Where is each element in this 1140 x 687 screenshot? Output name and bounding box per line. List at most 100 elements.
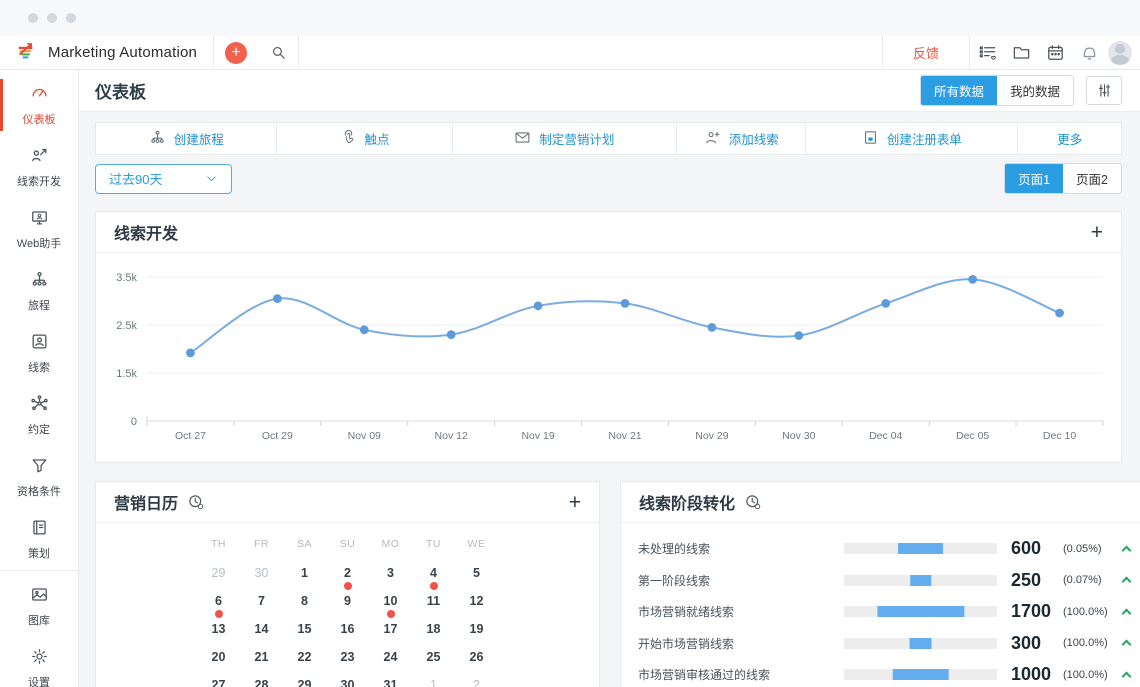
window-control-dot[interactable] [28,13,38,23]
sidebar-item-qualification[interactable]: 资格条件 [0,446,78,508]
calendar-day[interactable]: 4 [412,566,455,594]
calendar-day[interactable]: 18 [412,622,455,650]
chart-point[interactable] [621,299,630,308]
tap-icon [340,129,357,149]
calendar-day[interactable]: 25 [412,650,455,678]
feedback-link[interactable]: 反馈 [883,36,969,69]
sidebar-item-dashboard[interactable]: 仪表板 [0,74,78,136]
files-button[interactable] [1004,36,1038,69]
stage-bar[interactable] [898,543,944,554]
tab-page-1[interactable]: 页面1 [1005,164,1063,193]
sidebar-item-planning[interactable]: 策划 [0,508,78,570]
calendar-day[interactable]: 12 [455,594,498,622]
calendar-day[interactable]: 28 [240,678,283,687]
sidebar-item-label: 资格条件 [17,483,61,499]
svg-text:Nov 12: Nov 12 [435,430,468,442]
sidebar-item-lead-generation[interactable]: 线索开发 [0,136,78,198]
calendar-day[interactable]: 7 [240,594,283,622]
calendar-day[interactable]: 3 [369,566,412,594]
calendar-day[interactable]: 14 [240,622,283,650]
chart-point[interactable] [447,330,456,339]
calendar-day[interactable]: 17 [369,622,412,650]
calendar-day[interactable]: 9 [326,594,369,622]
sidebar-item-engagement[interactable]: 约定 [0,384,78,446]
calendar-day[interactable]: 2 [326,566,369,594]
action-create-marketing-plan-button[interactable]: 制定营销计划 [453,123,677,154]
action-create-journey-button[interactable]: 创建旅程 [96,123,277,154]
calendar-day[interactable]: 26 [455,650,498,678]
stage-bar[interactable] [892,669,949,680]
add-event-icon[interactable]: + [569,492,581,513]
dashboard-settings-button[interactable] [1086,76,1122,105]
calendar-day[interactable]: 16 [326,622,369,650]
window-titlebar [0,0,1140,36]
chart-point[interactable] [273,294,282,303]
calendar-day[interactable]: 30 [326,678,369,687]
action-more-button[interactable]: 更多 [1018,123,1121,154]
action-label: 触点 [365,129,390,148]
sidebar-item-leads[interactable]: 线索 [0,322,78,384]
sidebar-nav: 仪表板线索开发Web助手旅程线索约定资格条件策划图库设置 [0,70,79,687]
chart-point[interactable] [968,275,977,284]
sidebar-item-gallery[interactable]: 图库 [0,575,78,637]
notifications-button[interactable] [1072,36,1106,69]
chart-point[interactable] [1055,309,1064,318]
chart-point[interactable] [794,331,803,340]
calendar-day[interactable]: 13 [197,622,240,650]
my-data-tab[interactable]: 我的数据 [997,76,1073,105]
stage-bar[interactable] [877,606,964,617]
sidebar-item-settings[interactable]: 设置 [0,637,78,687]
calendar-day[interactable]: 22 [283,650,326,678]
chart-point[interactable] [708,323,717,332]
calendar-day[interactable]: 21 [240,650,283,678]
chart-point[interactable] [534,301,543,310]
search-button[interactable] [258,36,298,69]
chart-point[interactable] [360,325,369,334]
window-control-dot[interactable] [47,13,57,23]
window-control-dot[interactable] [66,13,76,23]
add-widget-icon[interactable]: + [1091,222,1103,243]
date-range-dropdown[interactable]: 过去90天 [95,164,232,194]
hierarchy-icon [149,129,166,149]
calendar-day[interactable]: 1 [283,566,326,594]
calendar-day[interactable]: 30 [240,566,283,594]
global-add-button[interactable]: + [214,36,258,69]
calendar-day[interactable]: 29 [197,566,240,594]
tab-page-2[interactable]: 页面2 [1063,164,1121,193]
brand[interactable]: Marketing Automation [0,36,213,69]
calendar-day[interactable]: 1 [412,678,455,687]
calendar-day[interactable]: 23 [326,650,369,678]
campaign-list-button[interactable] [970,36,1004,69]
action-create-signup-form-button[interactable]: 创建注册表单 [806,123,1018,154]
action-touchpoints-button[interactable]: 触点 [277,123,452,154]
stage-bar[interactable] [910,575,931,586]
calendar-day[interactable]: 15 [283,622,326,650]
stage-bar[interactable] [909,638,932,649]
stage-bar-track [844,575,997,586]
sidebar-item-journeys[interactable]: 旅程 [0,260,78,322]
calendar-day[interactable]: 2 [455,678,498,687]
calendar-day[interactable]: 29 [283,678,326,687]
calendar-day[interactable]: 5 [455,566,498,594]
calendar-button[interactable] [1038,36,1072,69]
calendar-day[interactable]: 31 [369,678,412,687]
chart-point[interactable] [186,348,195,357]
calendar-day[interactable]: 11 [412,594,455,622]
action-add-leads-button[interactable]: 添加线索 [677,123,806,154]
calendar-day[interactable]: 6 [197,594,240,622]
calendar-grid: THFRSASUMOTUWE29301234567891011121314151… [96,538,599,687]
calendar-day[interactable]: 19 [455,622,498,650]
calendar-day[interactable]: 24 [369,650,412,678]
svg-text:Dec 10: Dec 10 [1043,430,1076,442]
all-data-tab[interactable]: 所有数据 [921,76,997,105]
calendar-day[interactable]: 27 [197,678,240,687]
data-scope-toggle: 所有数据 我的数据 [920,75,1074,106]
user-avatar[interactable] [1108,41,1132,65]
contact-card-icon [30,332,49,354]
calendar-day[interactable]: 20 [197,650,240,678]
calendar-day[interactable]: 8 [283,594,326,622]
calendar-day[interactable]: 10 [369,594,412,622]
sidebar-item-web-assistant[interactable]: Web助手 [0,198,78,260]
calendar-day-number: 29 [212,566,226,580]
chart-point[interactable] [881,299,890,308]
